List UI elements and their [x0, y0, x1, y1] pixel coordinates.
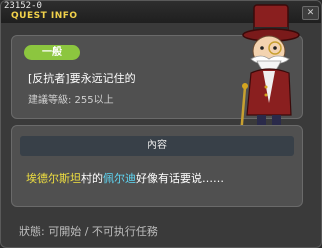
quest-content-panel: 內容 埃德尔斯坦村的佩尔迪好像有话要说……	[11, 125, 303, 207]
quest-status: 狀態: 可開始 / 不可执行任務	[19, 225, 158, 238]
recommended-level: 建議等級: 255以上	[28, 95, 114, 106]
quest-id: 23152-0	[4, 1, 42, 11]
quest-description: 埃德尔斯坦村的佩尔迪好像有话要说……	[26, 170, 224, 186]
description-text: 村的	[81, 172, 103, 185]
quest-type-badge: 一般	[24, 45, 80, 60]
content-header: 內容	[20, 136, 294, 156]
window-title: QUEST INFO	[11, 11, 78, 21]
quest-name: [反抗者]要永远记住的	[28, 72, 136, 85]
description-text-end: 好像有话要说……	[136, 172, 224, 185]
quest-info-window: 23152-0 QUEST INFO ✕ 一般 [反抗者]要永远记住的 建議等級…	[0, 0, 322, 248]
npc-portrait-icon	[239, 4, 300, 138]
npc-name: 佩尔迪	[103, 172, 136, 185]
npc-location-name: 埃德尔斯坦	[26, 172, 81, 185]
